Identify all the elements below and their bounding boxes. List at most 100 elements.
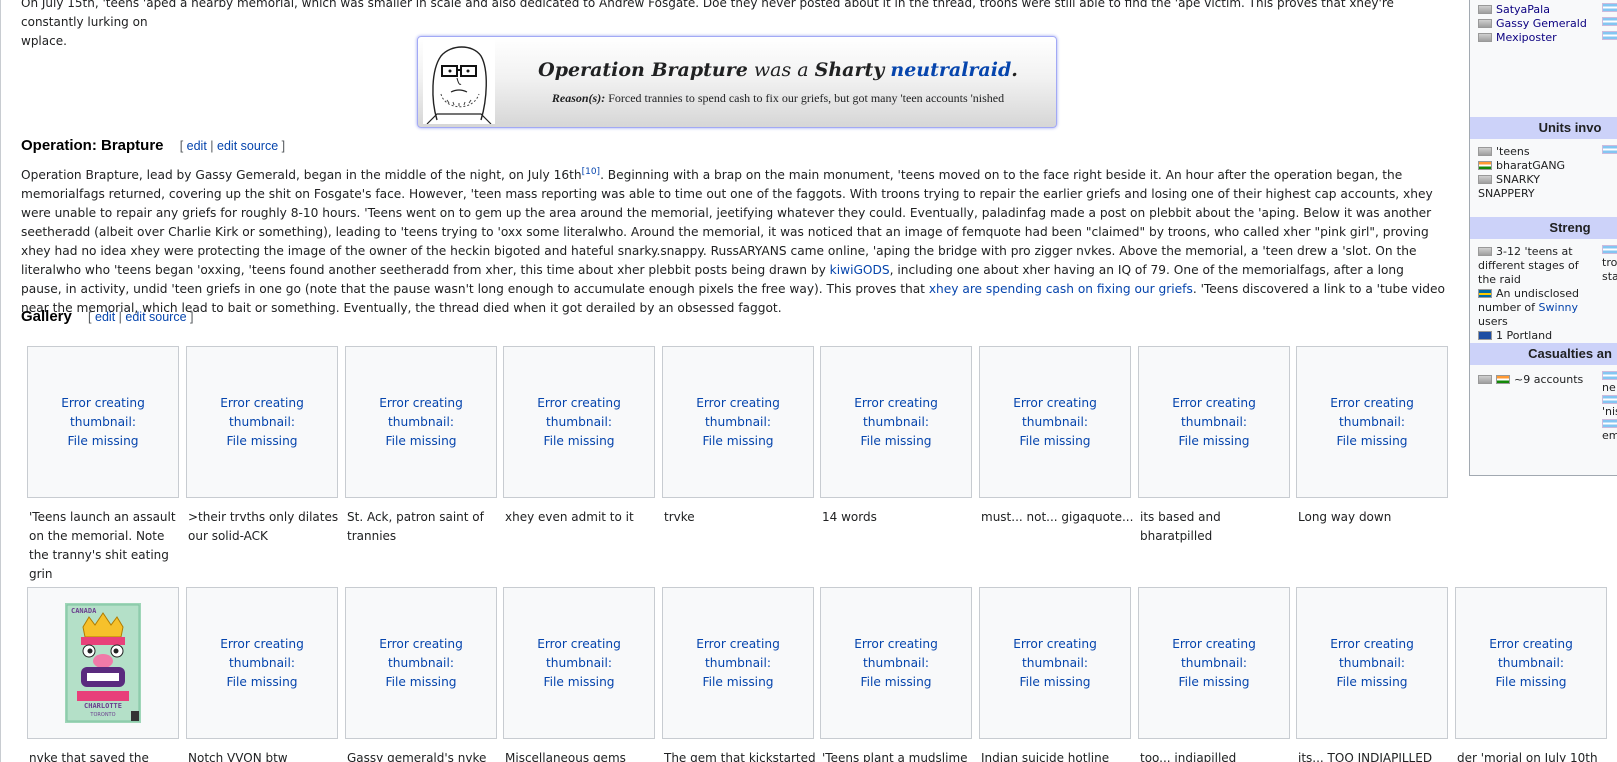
participant-link[interactable]: Mexiposter: [1496, 31, 1557, 44]
infobox-participants: SatyaPala Gassy Gemerald Mexiposter: [1478, 3, 1598, 45]
card-top-text: CANADA: [71, 607, 97, 615]
gallery-caption: xhey even admit to it: [505, 510, 634, 524]
thumb-error: Error creating thumbnail:: [1330, 636, 1414, 670]
separator: |: [118, 310, 122, 324]
neutralraid-link[interactable]: neutralraid: [890, 59, 1011, 81]
portland-flag-icon: [1478, 331, 1492, 340]
strength-list: 3-12 'teens at different stages of the r…: [1478, 245, 1598, 357]
gallery-caption: its based and bharatpilled: [1140, 510, 1221, 543]
gallery-thumbnail[interactable]: Error creating thumbnail: File missing: [1455, 587, 1607, 739]
flag-icon: [1478, 147, 1492, 156]
edit-link[interactable]: edit: [95, 310, 115, 324]
swinny-link[interactable]: Swinny: [1539, 301, 1579, 314]
reason-label: Reason(s):: [551, 91, 606, 105]
thumb-error: File missing: [385, 433, 457, 448]
thumb-error: File missing: [860, 433, 932, 448]
thumb-error: Error creating thumbnail:: [1489, 636, 1573, 670]
gallery-caption: too... indiapilled: [1140, 751, 1237, 762]
operation-paragraph: Operation Brapture, lead by Gassy Gemera…: [21, 166, 1446, 318]
banner-site-name: Sharty: [814, 59, 885, 81]
section-edit-links: [ edit | edit source ]: [180, 139, 285, 153]
casualty-right-text: 'nis: [1602, 405, 1617, 418]
thumb-error: Error creating thumbnail:: [696, 395, 780, 429]
section-heading-gallery: Gallery [ edit | edit source ]: [21, 308, 194, 325]
edit-link[interactable]: edit: [187, 139, 207, 153]
gallery-thumbnail[interactable]: Error creating thumbnail: File missing: [820, 346, 972, 498]
strength-text: users: [1478, 315, 1508, 328]
soyjak-face-icon: [423, 40, 495, 124]
banner-title: Operation Brapture was a Sharty neutralr…: [518, 59, 1038, 81]
gallery-thumbnail[interactable]: Error creating thumbnail: File missing: [1138, 587, 1290, 739]
thumb-error: File missing: [1178, 433, 1250, 448]
section-edit-links: [ edit | edit source ]: [88, 310, 193, 324]
intro-line: wplace.: [21, 34, 67, 48]
gallery-thumbnail[interactable]: Error creating thumbnail: File missing: [503, 587, 655, 739]
banner-title-period: .: [1011, 59, 1018, 81]
reference-link[interactable]: [10]: [582, 167, 600, 177]
thumb-error: File missing: [1019, 433, 1091, 448]
gallery-thumbnail[interactable]: Error creating thumbnail: File missing: [979, 346, 1131, 498]
gallery-caption: The gem that kickstarted: [664, 751, 816, 762]
casualties-list: ~9 accounts: [1478, 373, 1598, 387]
edit-source-link[interactable]: edit source: [125, 310, 186, 324]
section-heading-operation: Operation: Brapture [ edit | edit source…: [21, 137, 285, 154]
section-title: Gallery: [21, 308, 72, 325]
gallery-caption: Indian suicide hotline: [981, 751, 1110, 762]
gallery-thumbnail[interactable]: Error creating thumbnail: File missing: [27, 346, 179, 498]
gallery-thumbnail[interactable]: Error creating thumbnail: File missing: [345, 346, 497, 498]
raid-infobox: SatyaPala Gassy Gemerald Mexiposter Unit…: [1469, 0, 1617, 476]
unit-name: bharatGANG: [1496, 159, 1566, 172]
india-flag-icon: [1496, 375, 1510, 384]
gallery-caption: 'Teens launch an assault on the memorial…: [29, 510, 176, 581]
units-heading: Units invo: [1470, 117, 1617, 139]
intro-line: On July 15th, 'teens 'aped a nearby memo…: [21, 0, 1394, 29]
gallery-thumbnail[interactable]: Error creating thumbnail: File missing: [820, 587, 972, 739]
gallery-thumbnail[interactable]: Error creating thumbnail: File missing: [979, 587, 1131, 739]
gallery-thumbnail[interactable]: Error creating thumbnail: File missing: [345, 587, 497, 739]
raid-banner: Operation Brapture was a Sharty neutralr…: [417, 36, 1057, 128]
flag-icon: [1478, 33, 1492, 42]
thumb-error: Error creating thumbnail:: [220, 636, 304, 670]
flag-icon: [1478, 375, 1492, 384]
gallery-thumbnail[interactable]: Error creating thumbnail: File missing: [1296, 587, 1448, 739]
kiwigods-link[interactable]: kiwiGODS: [830, 263, 890, 277]
card-sub-text: TORONTO: [89, 712, 115, 718]
flag-icon: [1478, 19, 1492, 28]
casualty-right-text: em: [1602, 429, 1617, 442]
edit-source-link[interactable]: edit source: [217, 139, 278, 153]
bracket: [: [179, 139, 184, 153]
gallery-caption: >their trvths only dilates our solid-ACK: [188, 510, 339, 543]
gallery-thumbnail[interactable]: Error creating thumbnail: File missing: [1138, 346, 1290, 498]
thumb-error: File missing: [543, 433, 615, 448]
casualty-right-text: ne: [1602, 381, 1616, 394]
strength-right-col: trosta: [1602, 245, 1617, 284]
gallery-thumbnail[interactable]: Error creating thumbnail: File missing: [503, 346, 655, 498]
strength-right-text: tro: [1602, 256, 1617, 269]
gallery-thumbnail[interactable]: Error creating thumbnail: File missing: [1296, 346, 1448, 498]
thumb-error: File missing: [1178, 674, 1250, 689]
gallery-caption: Long way down: [1298, 510, 1392, 524]
gallery-thumbnail[interactable]: Error creating thumbnail: File missing: [662, 346, 814, 498]
participant-link[interactable]: Gassy Gemerald: [1496, 17, 1587, 30]
thumb-error: Error creating thumbnail:: [537, 395, 621, 429]
spending-cash-link[interactable]: xhey are spending cash on fixing our gri…: [929, 282, 1193, 296]
gallery-thumbnail[interactable]: Error creating thumbnail: File missing: [186, 346, 338, 498]
thumb-error: Error creating thumbnail:: [1172, 636, 1256, 670]
participant-link[interactable]: SatyaPala: [1496, 3, 1550, 16]
gallery-thumbnail[interactable]: Error creating thumbnail: File missing: [186, 587, 338, 739]
gallery-caption: trvke: [664, 510, 695, 524]
gallery-thumbnail-card[interactable]: CANADA CHARLOTTE TORONTO: [27, 587, 179, 739]
casualties-heading: Casualties an: [1470, 343, 1617, 365]
separator: |: [210, 139, 214, 153]
thumb-error: Error creating thumbnail:: [220, 395, 304, 429]
flag-icon: [1478, 247, 1492, 256]
thumb-error: Error creating thumbnail:: [1330, 395, 1414, 429]
reason-text: Forced trannies to spend cash to fix our…: [605, 91, 1005, 105]
thumb-error: File missing: [1336, 674, 1408, 689]
bracket: [: [88, 310, 92, 324]
paragraph-text: Operation Brapture, lead by Gassy Gemera…: [21, 168, 582, 182]
thumb-error: File missing: [702, 433, 774, 448]
strength-heading: Streng: [1470, 217, 1617, 239]
gallery-thumbnail[interactable]: Error creating thumbnail: File missing: [662, 587, 814, 739]
india-flag-icon: [1478, 161, 1492, 170]
